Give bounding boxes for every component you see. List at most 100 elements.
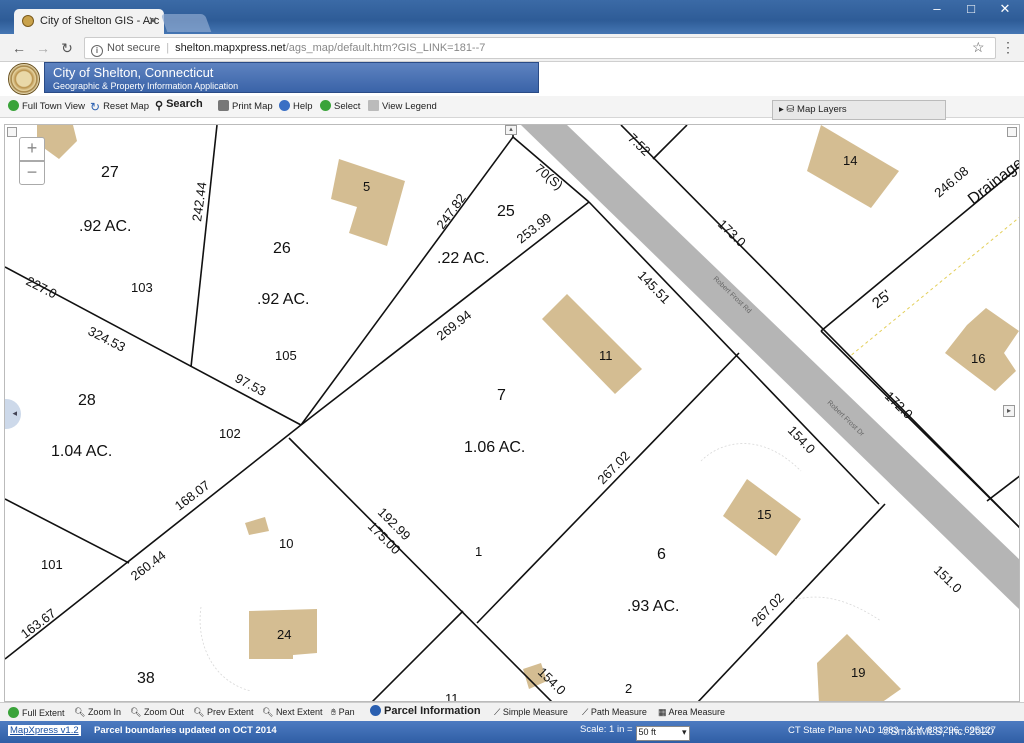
select-label: Select bbox=[334, 101, 361, 112]
zoom-in-tool-button[interactable]: 🔍︎ Zoom In bbox=[74, 707, 121, 718]
full-town-view-button[interactable]: Full Town View bbox=[8, 100, 85, 112]
dim-247-82: 247.82 bbox=[433, 191, 469, 232]
prev-extent-button[interactable]: 🔍︎ Prev Extent bbox=[193, 707, 253, 718]
parcel-6-area: .93 AC. bbox=[627, 598, 679, 615]
dim-173-0: 173.0 bbox=[715, 216, 749, 249]
lot-11-bottom: 11 bbox=[445, 691, 459, 702]
magnifier-minus-icon: 🔍︎ bbox=[130, 707, 144, 717]
layers-icon: ⛁ bbox=[786, 104, 798, 115]
building-5 bbox=[331, 159, 405, 246]
search-button[interactable]: ⚲ Search bbox=[155, 98, 203, 112]
new-tab-button[interactable] bbox=[160, 14, 212, 32]
search-label: Search bbox=[166, 98, 203, 110]
building-16-label: 16 bbox=[971, 351, 985, 366]
bookmark-star-icon[interactable]: ☆ bbox=[972, 39, 985, 56]
zoom-out-tool-button[interactable]: 🔍︎ Zoom Out bbox=[130, 707, 184, 718]
scale-label: Scale: 1 in = bbox=[580, 724, 633, 735]
browser-tab-strip: City of Shelton GIS - Arc ✕ – □ ✕ bbox=[0, 0, 1024, 34]
map-viewport[interactable]: Robert Frost Rd Robert Frost Dr 27 .92 A… bbox=[4, 124, 1020, 702]
zoom-out-tool-label: Zoom Out bbox=[143, 707, 184, 717]
parcel-map[interactable]: Robert Frost Rd Robert Frost Dr 27 .92 A… bbox=[5, 125, 1020, 702]
mapxpress-version-link[interactable]: MapXpress v1.2 bbox=[8, 725, 81, 736]
shed-10 bbox=[245, 517, 269, 535]
hand-icon: ✋︎ bbox=[331, 707, 339, 717]
building-16 bbox=[945, 308, 1019, 391]
pan-right-handle-icon[interactable]: ▸ bbox=[1003, 405, 1015, 417]
minimize-icon[interactable]: – bbox=[920, 0, 954, 20]
view-legend-label: View Legend bbox=[382, 101, 437, 112]
maximize-icon[interactable]: □ bbox=[954, 0, 988, 20]
building-5-label: 5 bbox=[363, 179, 370, 194]
width-label: 25' bbox=[869, 287, 895, 313]
pan-label: Pan bbox=[338, 707, 355, 717]
tab-title: City of Shelton GIS - Arc bbox=[40, 15, 160, 27]
lot-10: 10 bbox=[279, 536, 293, 551]
parcel-information-label: Parcel Information bbox=[384, 705, 481, 717]
help-icon bbox=[279, 100, 290, 111]
lot-105: 105 bbox=[275, 348, 297, 363]
city-favicon-icon bbox=[22, 15, 34, 27]
url-separator: | bbox=[166, 42, 170, 54]
back-arrow-icon[interactable]: ← bbox=[10, 39, 28, 57]
scale-select[interactable]: 50 ft ▾ bbox=[635, 726, 690, 741]
print-map-button[interactable]: Print Map bbox=[218, 100, 273, 112]
path-measure-button[interactable]: ⟋ Path Measure bbox=[582, 707, 647, 718]
reset-map-button[interactable]: ↻ Reset Map bbox=[90, 100, 149, 114]
map-zoom-out-button[interactable]: − bbox=[19, 161, 45, 185]
next-extent-button[interactable]: 🔍︎ Next Extent bbox=[262, 707, 322, 718]
parcel-27-area: .92 AC. bbox=[79, 218, 131, 235]
area-measure-label: Area Measure bbox=[668, 707, 726, 717]
app-title: City of Shelton, Connecticut bbox=[53, 65, 214, 80]
globe-icon bbox=[8, 707, 19, 718]
corner-resize-icon[interactable] bbox=[7, 127, 17, 137]
prev-extent-label: Prev Extent bbox=[206, 707, 254, 717]
title-banner: City of Shelton, Connecticut Geographic … bbox=[44, 62, 539, 93]
full-town-view-label: Full Town View bbox=[22, 101, 86, 112]
check-icon bbox=[320, 100, 331, 111]
magnifier-plus-icon: 🔍︎ bbox=[74, 707, 88, 717]
building-14-label: 14 bbox=[843, 153, 857, 168]
print-map-label: Print Map bbox=[232, 101, 273, 112]
browser-tab[interactable]: City of Shelton GIS - Arc ✕ bbox=[14, 9, 164, 34]
close-tab-icon[interactable]: ✕ bbox=[148, 14, 158, 28]
simple-measure-button[interactable]: ⟋ Simple Measure bbox=[494, 707, 568, 718]
dim-253-99: 253.99 bbox=[514, 210, 555, 246]
dim-260-44: 260.44 bbox=[128, 547, 169, 583]
info-icon[interactable]: i bbox=[91, 45, 103, 57]
security-label: Not secure bbox=[107, 42, 161, 54]
pan-up-handle-icon[interactable]: ▴ bbox=[505, 125, 517, 135]
building-11-label: 11 bbox=[599, 348, 613, 363]
next-extent-label: Next Extent bbox=[275, 707, 323, 717]
status-bar: MapXpress v1.2 Parcel boundaries updated… bbox=[0, 721, 1024, 743]
forward-arrow-icon[interactable]: → bbox=[34, 39, 52, 57]
window-close-icon[interactable]: ✕ bbox=[988, 0, 1022, 20]
dim-168-07: 168.07 bbox=[172, 477, 213, 513]
building-19-label: 19 bbox=[851, 665, 865, 680]
browser-menu-icon[interactable]: ⋮ bbox=[1001, 39, 1015, 56]
address-bar[interactable]: i Not secure | shelton.mapxpress.net/ags_ma… bbox=[84, 37, 996, 59]
help-button[interactable]: Help bbox=[279, 100, 313, 112]
parcel-updated-notice: Parcel boundaries updated on OCT 2014 bbox=[94, 725, 277, 736]
select-button[interactable]: Select bbox=[320, 100, 360, 112]
corner-resize-icon[interactable] bbox=[1007, 127, 1017, 137]
full-extent-button[interactable]: Full Extent bbox=[8, 707, 65, 718]
map-layers-panel-toggle[interactable]: ▸ ⛁ Map Layers bbox=[772, 100, 946, 120]
dim-151-0: 151.0 bbox=[931, 562, 965, 595]
reload-icon[interactable]: ↻ bbox=[58, 39, 76, 57]
view-legend-button[interactable]: View Legend bbox=[368, 100, 437, 112]
parcel-information-button[interactable]: Parcel Information bbox=[370, 705, 481, 717]
printer-icon bbox=[218, 100, 229, 111]
parcel-6: 6 bbox=[657, 546, 666, 563]
dim-154-0-a: 154.0 bbox=[785, 423, 818, 457]
lot-101: 101 bbox=[41, 557, 63, 572]
pan-button[interactable]: ✋︎ Pan bbox=[331, 707, 355, 718]
map-zoom-in-button[interactable]: + bbox=[19, 137, 45, 161]
prev-extent-icon: 🔍︎ bbox=[193, 707, 207, 717]
parcel-26: 26 bbox=[273, 240, 291, 257]
lot-1: 1 bbox=[475, 544, 482, 559]
map-layers-label: Map Layers bbox=[797, 104, 847, 115]
parcel-28: 28 bbox=[78, 392, 96, 409]
area-measure-button[interactable]: ▦ Area Measure bbox=[658, 707, 725, 718]
dropdown-arrow-icon: ▾ bbox=[682, 727, 687, 737]
reset-icon: ↻ bbox=[90, 100, 101, 114]
